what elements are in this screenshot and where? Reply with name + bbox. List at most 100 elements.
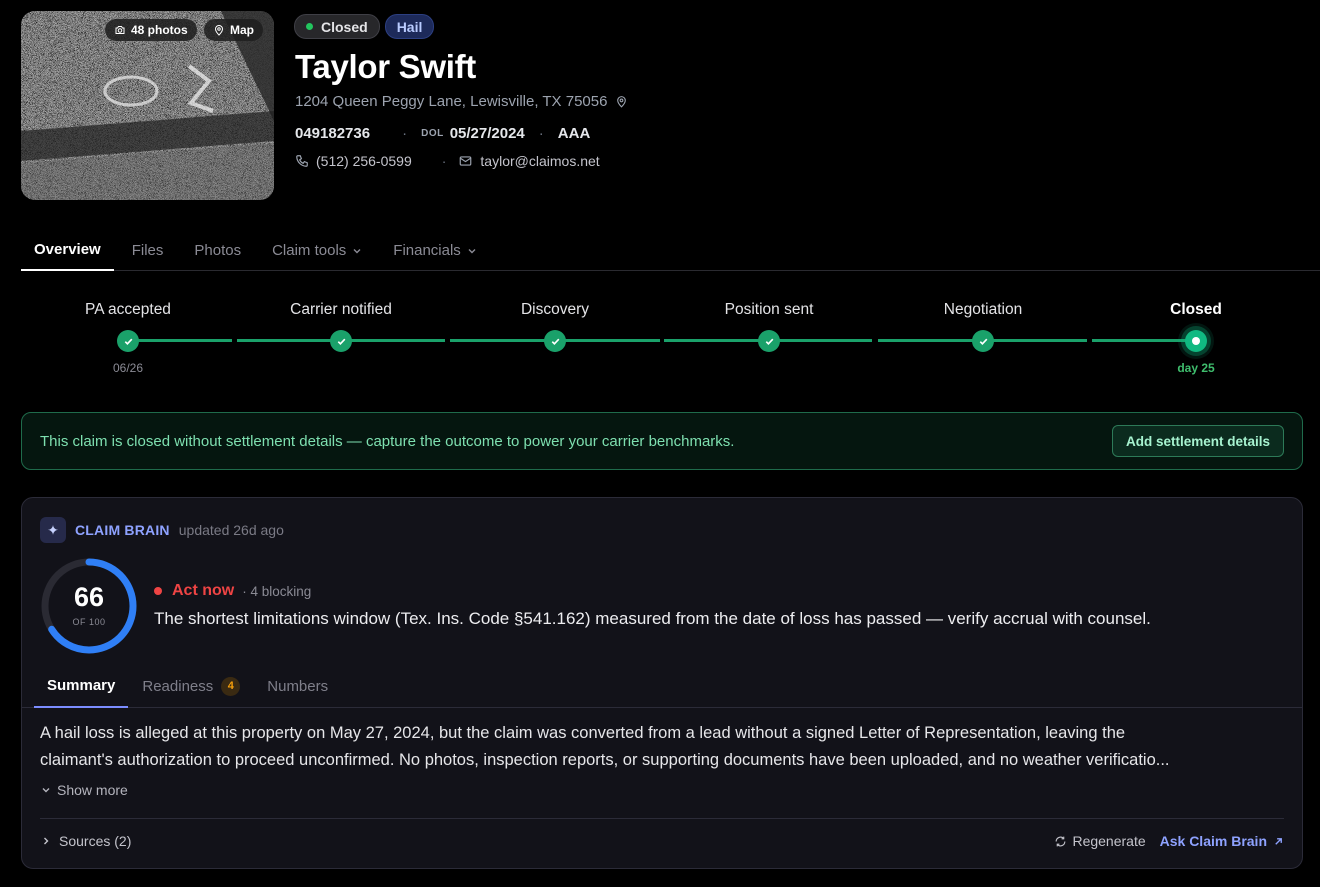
divider [40,818,1284,819]
score-value: 66 [73,582,105,612]
step-pa-accepted[interactable]: PA accepted 06/26 [21,290,235,375]
check-icon [758,330,780,352]
property-address[interactable]: 1204 Queen Peggy Lane, Lewisville, TX 75… [295,93,628,110]
brain-tabs: Summary Readiness 4 Numbers [22,664,1302,708]
step-closed[interactable]: Closed day 25 [1089,290,1303,375]
banner-text: This claim is closed without settlement … [40,432,735,450]
tab-readiness[interactable]: Readiness 4 [129,664,253,708]
photos-count-chip[interactable]: 48 photos [105,19,197,41]
phone-link[interactable]: (512) 256-0599 [316,153,412,169]
step-days: day 25 [1177,361,1215,375]
claim-brain-header: ✦ CLAIM BRAIN updated 26d ago [40,517,284,543]
main-tabs: Overview Files Photos Claim tools Financ… [21,230,1320,271]
tab-readiness-label: Readiness [142,677,214,695]
brain-headline: The shortest limitations window (Tex. In… [154,609,1151,628]
check-icon [972,330,994,352]
claim-page: 48 photos Map Closed Hail Taylor Swift 1… [0,0,1320,887]
check-icon [117,330,139,352]
location-pin-icon [617,96,627,108]
tab-summary[interactable]: Summary [34,664,129,708]
address-text: 1204 Queen Peggy Lane, Lewisville, TX 75… [295,93,608,110]
status-badge: Closed [294,14,380,39]
tab-photos[interactable]: Photos [181,230,254,271]
status-badge-label: Closed [321,18,368,35]
action-status: Act now · 4 blocking [154,582,311,600]
settlement-banner: This claim is closed without settlement … [21,412,1303,470]
claim-brain-title: CLAIM BRAIN [75,522,170,538]
step-label: PA accepted [85,301,171,318]
photos-count-label: 48 photos [131,23,188,37]
peril-badge: Hail [384,14,435,39]
arrow-up-right-icon [1275,837,1282,845]
chevron-down-icon [353,248,361,253]
claim-badges: Closed Hail [294,14,435,39]
tab-photos-label: Photos [194,242,242,259]
camera-icon [115,26,125,34]
summary-text: A hail loss is alleged at this property … [40,720,1290,774]
blocking-count: · 4 blocking [242,583,312,599]
show-more-button[interactable]: Show more [41,782,128,798]
ask-claim-brain-button[interactable]: Ask Claim Brain [1160,833,1284,849]
step-label: Closed [1170,301,1222,318]
sparkle-icon: ✦ [40,517,66,543]
readiness-score-gauge: 66 OF 100 [39,556,139,656]
claim-progress-stepper: PA accepted 06/26 Carrier notified Disco… [21,290,1302,390]
step-discovery[interactable]: Discovery [448,290,662,352]
phone-icon [296,155,308,167]
step-carrier-notified[interactable]: Carrier notified [234,290,448,352]
claimant-name: Taylor Swift [295,48,476,85]
check-icon [544,330,566,352]
sources-toggle[interactable]: Sources (2) [41,833,131,849]
regenerate-button[interactable]: Regenerate [1054,833,1146,849]
step-negotiation[interactable]: Negotiation [876,290,1090,352]
map-label: Map [230,23,254,37]
tab-numbers-label: Numbers [267,677,329,695]
claim-brain-card: ✦ CLAIM BRAIN updated 26d ago 66 OF 100 … [21,497,1303,869]
add-settlement-button[interactable]: Add settlement details [1111,425,1284,457]
tab-numbers[interactable]: Numbers [254,664,341,708]
tab-claim-tools-label: Claim tools [272,242,347,259]
tab-overview[interactable]: Overview [21,230,114,271]
dol-label: DOL [421,128,444,139]
regenerate-label: Regenerate [1072,833,1146,849]
alert-dot-icon [154,587,162,595]
step-date: 06/26 [112,361,144,375]
tab-files-label: Files [131,242,164,259]
readiness-count-badge: 4 [221,676,241,696]
status-dot [306,23,313,30]
step-label: Discovery [520,301,590,318]
chevron-down-icon [468,248,476,253]
sources-label: Sources (2) [59,833,132,849]
score-of-label: OF 100 [72,617,106,627]
ask-label: Ask Claim Brain [1159,833,1267,849]
act-now-label: Act now [172,582,235,599]
property-photo[interactable]: 48 photos Map [21,11,274,200]
current-step-icon [1185,330,1207,352]
step-label: Carrier notified [290,301,392,318]
show-more-label: Show more [57,782,128,798]
step-position-sent[interactable]: Position sent [662,290,876,352]
chevron-down-icon [42,788,50,793]
tab-financials-label: Financials [393,242,461,259]
summary-line: A hail loss is alleged at this property … [40,724,1126,742]
tab-files[interactable]: Files [119,230,177,271]
map-pin-icon [214,25,224,36]
tab-financials[interactable]: Financials [380,230,490,271]
brain-actions: Regenerate Ask Claim Brain [1054,833,1284,849]
step-label: Position sent [724,301,814,318]
updated-time: updated 26d ago [178,522,284,538]
email-link[interactable]: taylor@claimos.net [480,153,599,169]
tab-summary-label: Summary [47,676,116,694]
refresh-icon [1056,836,1066,846]
tab-claim-tools[interactable]: Claim tools [259,230,375,271]
contact-info: (512) 256-0599 · taylor@claimos.net [295,153,600,169]
summary-line: claimant's authorization to proceed unco… [40,751,1170,769]
claim-meta: 049182736 · DOL 05/27/2024 · AAA [295,125,591,142]
claim-number[interactable]: 049182736 [295,125,370,142]
mail-icon [460,156,472,166]
step-label: Negotiation [943,301,1023,318]
tab-overview-label: Overview [34,241,101,258]
chevron-right-icon [44,837,49,845]
date-of-loss: 05/27/2024 [449,125,525,142]
map-chip[interactable]: Map [204,19,263,41]
